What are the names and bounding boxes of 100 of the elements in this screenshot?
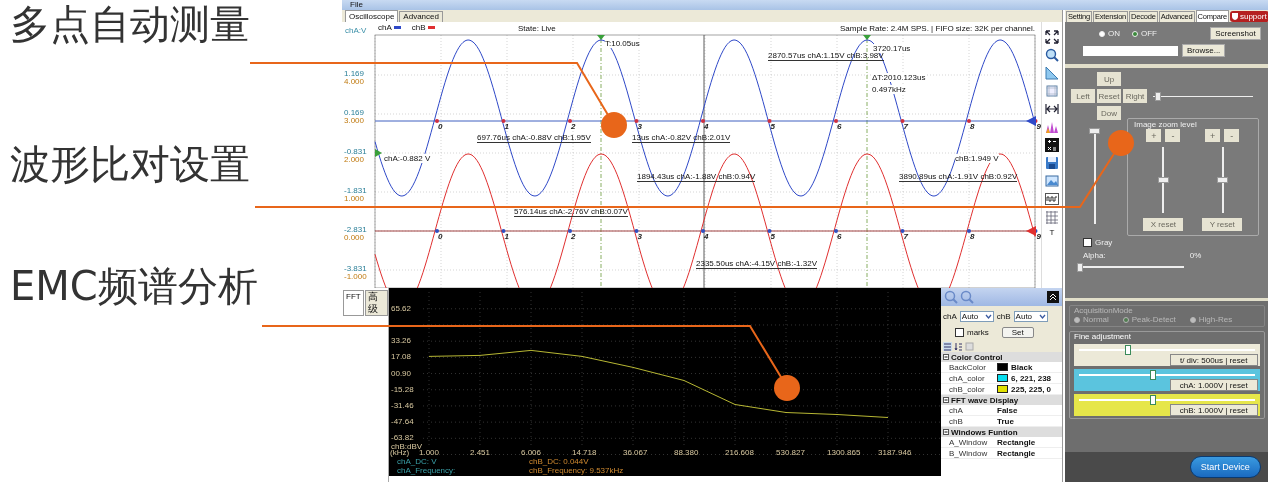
axis-label: -63.82 [391, 433, 414, 443]
axis-label: 1300.865 [827, 448, 861, 457]
marker-dot [900, 229, 905, 233]
axis-label: 3187.946 [878, 448, 912, 457]
property-name: chB_color [948, 384, 986, 394]
marker-label: 1 [504, 122, 509, 131]
slider-thumb[interactable] [1154, 91, 1161, 101]
marker-label: 2 [571, 232, 576, 241]
property-category[interactable]: Windows Funtion [941, 427, 1062, 437]
path-field[interactable] [1083, 45, 1178, 56]
calculator-icon[interactable] [1045, 138, 1059, 152]
trigger-handle[interactable] [375, 149, 382, 157]
zoom-out-icon[interactable] [960, 290, 974, 304]
legend-item: chB [411, 23, 426, 32]
slider-thumb[interactable] [1150, 370, 1157, 380]
marker-label: 7 [903, 122, 908, 131]
property-name: BackColor [948, 362, 987, 372]
property-category[interactable]: FFT wave Display [941, 395, 1062, 405]
channel-readout: chA:-0.882 V [384, 154, 431, 163]
cha-offset-handle[interactable] [1026, 116, 1036, 126]
property-value[interactable]: 225, 225, 0 [1011, 384, 1052, 394]
collapse-icon[interactable] [943, 354, 949, 360]
marker-label: 0 [438, 122, 443, 131]
marker-label: 6 [837, 122, 842, 131]
property-name: A_Window [948, 437, 989, 447]
callout-label: 波形比对设置 [10, 140, 250, 188]
image-icon[interactable] [1045, 174, 1059, 188]
cursor-label: 0.497kHz [872, 85, 906, 94]
property-value[interactable]: True [997, 416, 1014, 426]
save-icon[interactable] [1045, 156, 1059, 170]
alpha-label: Alpha: [1083, 251, 1106, 260]
marker-label: 9 [1036, 122, 1041, 131]
slider-thumb[interactable] [1088, 128, 1100, 134]
measurement-label: 2335.50us chA:-4.15V chB:-1.32V [696, 259, 817, 269]
category-title: Windows Funtion [951, 427, 1018, 437]
marker-dot [900, 119, 905, 123]
axis-label: -1.000 [344, 272, 367, 281]
channel-select[interactable]: Auto [1013, 311, 1048, 322]
property-name: chA_color [948, 373, 986, 383]
tab[interactable]: 高级 [364, 290, 388, 316]
marker-dot [501, 229, 506, 233]
axis-label: 65.62 [391, 303, 412, 313]
slider-thumb[interactable] [1124, 345, 1131, 355]
property-value[interactable]: Rectangle [997, 448, 1036, 458]
chb-offset-handle[interactable] [1026, 226, 1036, 236]
readout-text: chB_Frequency: 9.537kHz [529, 466, 624, 475]
browse-button[interactable]: Browse... [1182, 44, 1226, 57]
property-value[interactable]: 6, 221, 238 [1011, 373, 1052, 383]
property-category[interactable]: Color Control [941, 352, 1062, 362]
reset-button[interactable]: chB: 1.000V | reset [1169, 404, 1258, 416]
wave-icon[interactable] [1045, 192, 1059, 206]
ruler-icon[interactable] [1045, 66, 1059, 80]
collapse-icon[interactable] [1047, 291, 1059, 303]
readout-text: chB_DC: 0.044V [529, 457, 589, 466]
reset-button[interactable]: t/ div: 500us | reset [1169, 354, 1258, 366]
axis-label: 2.451 [470, 448, 491, 457]
marker-dot [834, 119, 838, 123]
text-tool[interactable]: T [1049, 228, 1055, 237]
property-value[interactable]: Rectangle [997, 437, 1036, 447]
channel-readout: chB:1.949 V [955, 154, 999, 163]
start-button[interactable]: Start Device [1189, 456, 1261, 478]
tab[interactable]: Oscilloscope [345, 10, 399, 22]
radio-button[interactable]: OFF [1132, 29, 1157, 38]
group-title: AcquisitionMode [1074, 306, 1134, 315]
radio-button[interactable]: ON [1099, 29, 1120, 38]
zoom-icon[interactable] [1045, 48, 1059, 62]
marker-dot [767, 119, 772, 123]
cursor-label: T:10.05us [605, 39, 640, 48]
property-value[interactable]: Black [1011, 362, 1033, 372]
support-button[interactable]: support [1229, 11, 1268, 22]
axis-label: 17.08 [391, 352, 412, 362]
property-value[interactable]: False [997, 405, 1018, 415]
marker-dot [701, 119, 705, 123]
category-title: FFT wave Display [951, 395, 1019, 405]
checkbox[interactable] [1083, 238, 1092, 247]
callout-label: EMC频谱分析 [10, 262, 258, 310]
sort-icon[interactable] [954, 342, 963, 351]
zoom-in-icon[interactable] [944, 290, 958, 304]
marker-dot [568, 229, 572, 233]
measurement-label: 576.14us chA:-2.76V chB:0.07V [514, 207, 628, 217]
set-button[interactable]: Set [1001, 327, 1034, 338]
marker-label: 5 [770, 122, 775, 131]
slider-thumb[interactable] [1077, 263, 1083, 272]
tab[interactable]: FFT [343, 290, 364, 316]
readout-text: chA_DC: V [397, 457, 437, 466]
checkbox[interactable] [955, 328, 964, 337]
marker-dot [967, 119, 971, 123]
marker-label: 7 [903, 232, 908, 241]
group-title: Fine adjustment [1074, 332, 1132, 341]
slider-thumb[interactable] [1150, 395, 1157, 405]
menu-item[interactable]: File [350, 0, 363, 10]
marker-dot [568, 119, 572, 123]
cursor-label: 3720.17us [873, 44, 911, 53]
collapse-icon[interactable] [943, 429, 949, 435]
reset-button[interactable]: chA: 1.000V | reset [1169, 379, 1258, 391]
collapse-icon[interactable] [943, 397, 949, 403]
channel-select[interactable]: Auto [959, 311, 994, 322]
width-icon[interactable] [1045, 102, 1059, 116]
fit-icon[interactable] [1045, 30, 1059, 44]
screenshot-button[interactable]: Screenshot [1210, 27, 1261, 40]
